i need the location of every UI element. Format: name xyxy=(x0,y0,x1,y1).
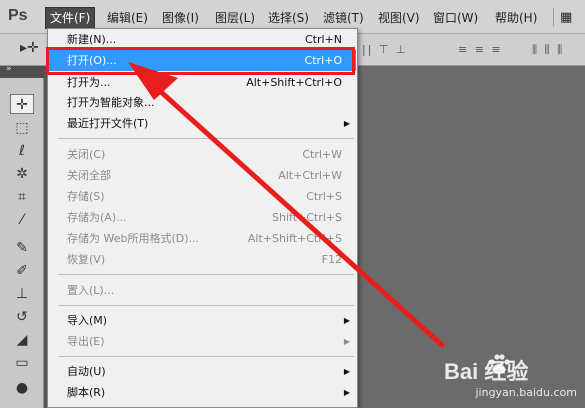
watermark-url: jingyan.baidu.com xyxy=(475,386,577,399)
baidu-paw-icon xyxy=(489,354,510,374)
annotation-arrow-head xyxy=(128,62,178,100)
annotation-arrow-icon xyxy=(128,62,445,348)
annotation-arrow-shaft xyxy=(147,79,445,348)
